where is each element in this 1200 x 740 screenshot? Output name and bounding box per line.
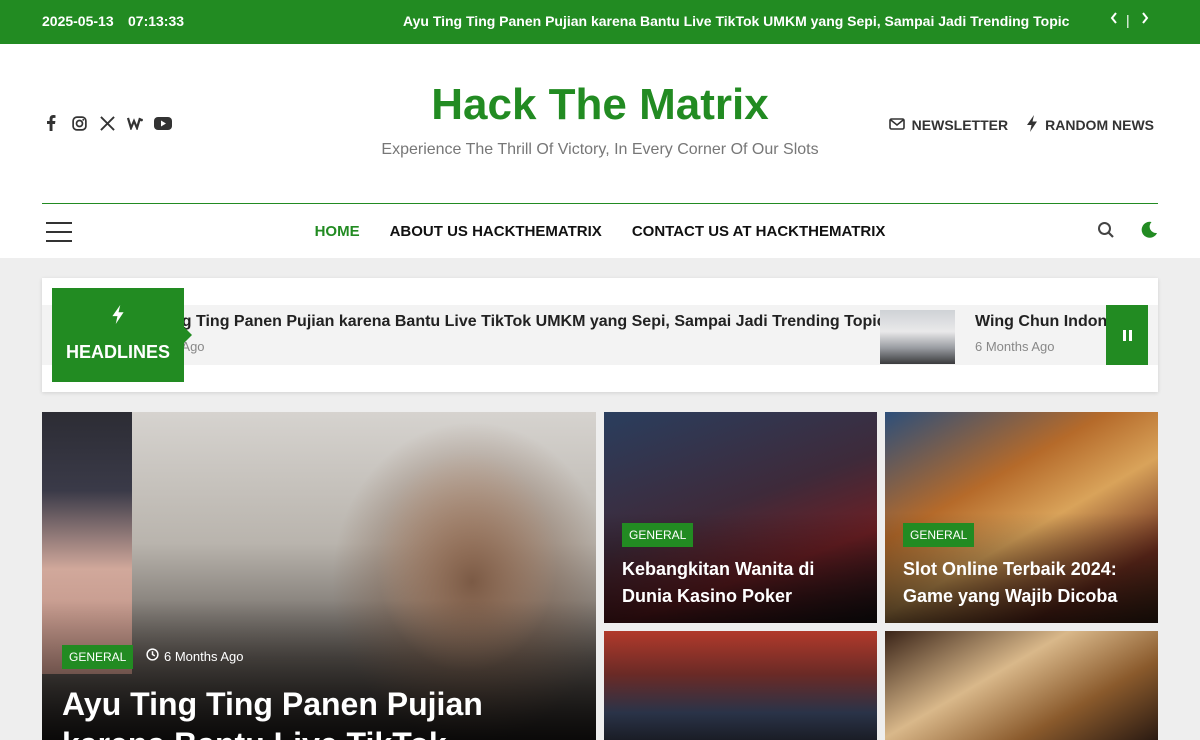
nav-item-contact-us[interactable]: CONTACT US AT HACKTHEMATRIX (632, 223, 886, 240)
site-header: Hack The Matrix Experience The Thrill Of… (0, 44, 1200, 258)
pause-icon[interactable] (1106, 305, 1148, 365)
dark-mode-moon-icon[interactable] (1139, 220, 1159, 245)
featured-post-card[interactable]: GENERAL 6 Months Ago Ayu Ting Ting Panen… (42, 412, 596, 740)
headline-thumbnail[interactable] (880, 310, 955, 364)
clock-icon (146, 648, 159, 664)
current-date: 2025-05-13 (42, 13, 114, 29)
post-card-image[interactable] (885, 631, 1158, 740)
headline-item-title[interactable]: ng Ting Panen Pujian karena Bantu Live T… (172, 313, 886, 331)
headlines-label-box: HEADLINES (52, 288, 192, 382)
top-bar: 2025-05-13 07:13:33 Ayu Ting Ting Panen … (0, 0, 1200, 44)
chevron-right-icon[interactable] (1140, 11, 1150, 30)
post-card[interactable]: GENERAL Slot Online Terbaik 2024: Game y… (885, 412, 1158, 623)
category-badge[interactable]: GENERAL (622, 523, 694, 547)
chevron-left-icon[interactable] (1109, 11, 1119, 30)
post-card-image[interactable] (604, 631, 877, 740)
main-nav: HOME ABOUT US HACKTHEMATRIX CONTACT US A… (0, 204, 1200, 258)
current-time: 07:13:33 (128, 13, 185, 29)
headline-item-ago: 6 Months Ago (975, 339, 1055, 354)
featured-post-title[interactable]: Ayu Ting Ting Panen Pujian karena Bantu … (62, 684, 562, 740)
nav-menu: HOME ABOUT US HACKTHEMATRIX CONTACT US A… (0, 223, 1200, 240)
newsletter-link[interactable]: NEWSLETTER (888, 117, 1009, 133)
headlines-label: HEADLINES (65, 342, 170, 362)
header-links: NEWSLETTER RANDOM NEWS (888, 115, 1154, 135)
post-title[interactable]: Slot Online Terbaik 2024: Game yang Waji… (903, 556, 1148, 610)
post-title[interactable]: Kebangkitan Wanita di Dunia Kasino Poker (622, 556, 867, 610)
nav-item-home[interactable]: HOME (315, 223, 360, 240)
bolt-icon (52, 305, 184, 324)
ticker-headline-link[interactable]: Ayu Ting Ting Panen Pujian karena Bantu … (403, 13, 1069, 29)
post-date-text: 6 Months Ago (164, 648, 244, 664)
category-badge[interactable]: GENERAL (62, 645, 134, 669)
headline-item-title[interactable]: Wing Chun Indone (975, 313, 1116, 331)
category-badge[interactable]: GENERAL (903, 523, 975, 547)
search-icon[interactable] (1097, 221, 1115, 244)
site-tagline: Experience The Thrill Of Victory, In Eve… (381, 141, 819, 158)
nav-item-about-us[interactable]: ABOUT US HACKTHEMATRIX (390, 223, 602, 240)
headlines-ticker: ng Ting Panen Pujian karena Bantu Live T… (42, 278, 1158, 392)
headlines-strip: ng Ting Panen Pujian karena Bantu Live T… (42, 305, 1158, 365)
post-card[interactable]: GENERAL Kebangkitan Wanita di Dunia Kasi… (604, 412, 877, 623)
bolt-icon (1026, 115, 1038, 135)
newsletter-label: NEWSLETTER (911, 117, 1009, 133)
envelope-icon (888, 117, 905, 133)
random-news-label: RANDOM NEWS (1045, 117, 1154, 133)
ticker-separator: | (1126, 12, 1130, 28)
post-date: 6 Months Ago (146, 648, 244, 664)
random-news-link[interactable]: RANDOM NEWS (1026, 115, 1154, 135)
